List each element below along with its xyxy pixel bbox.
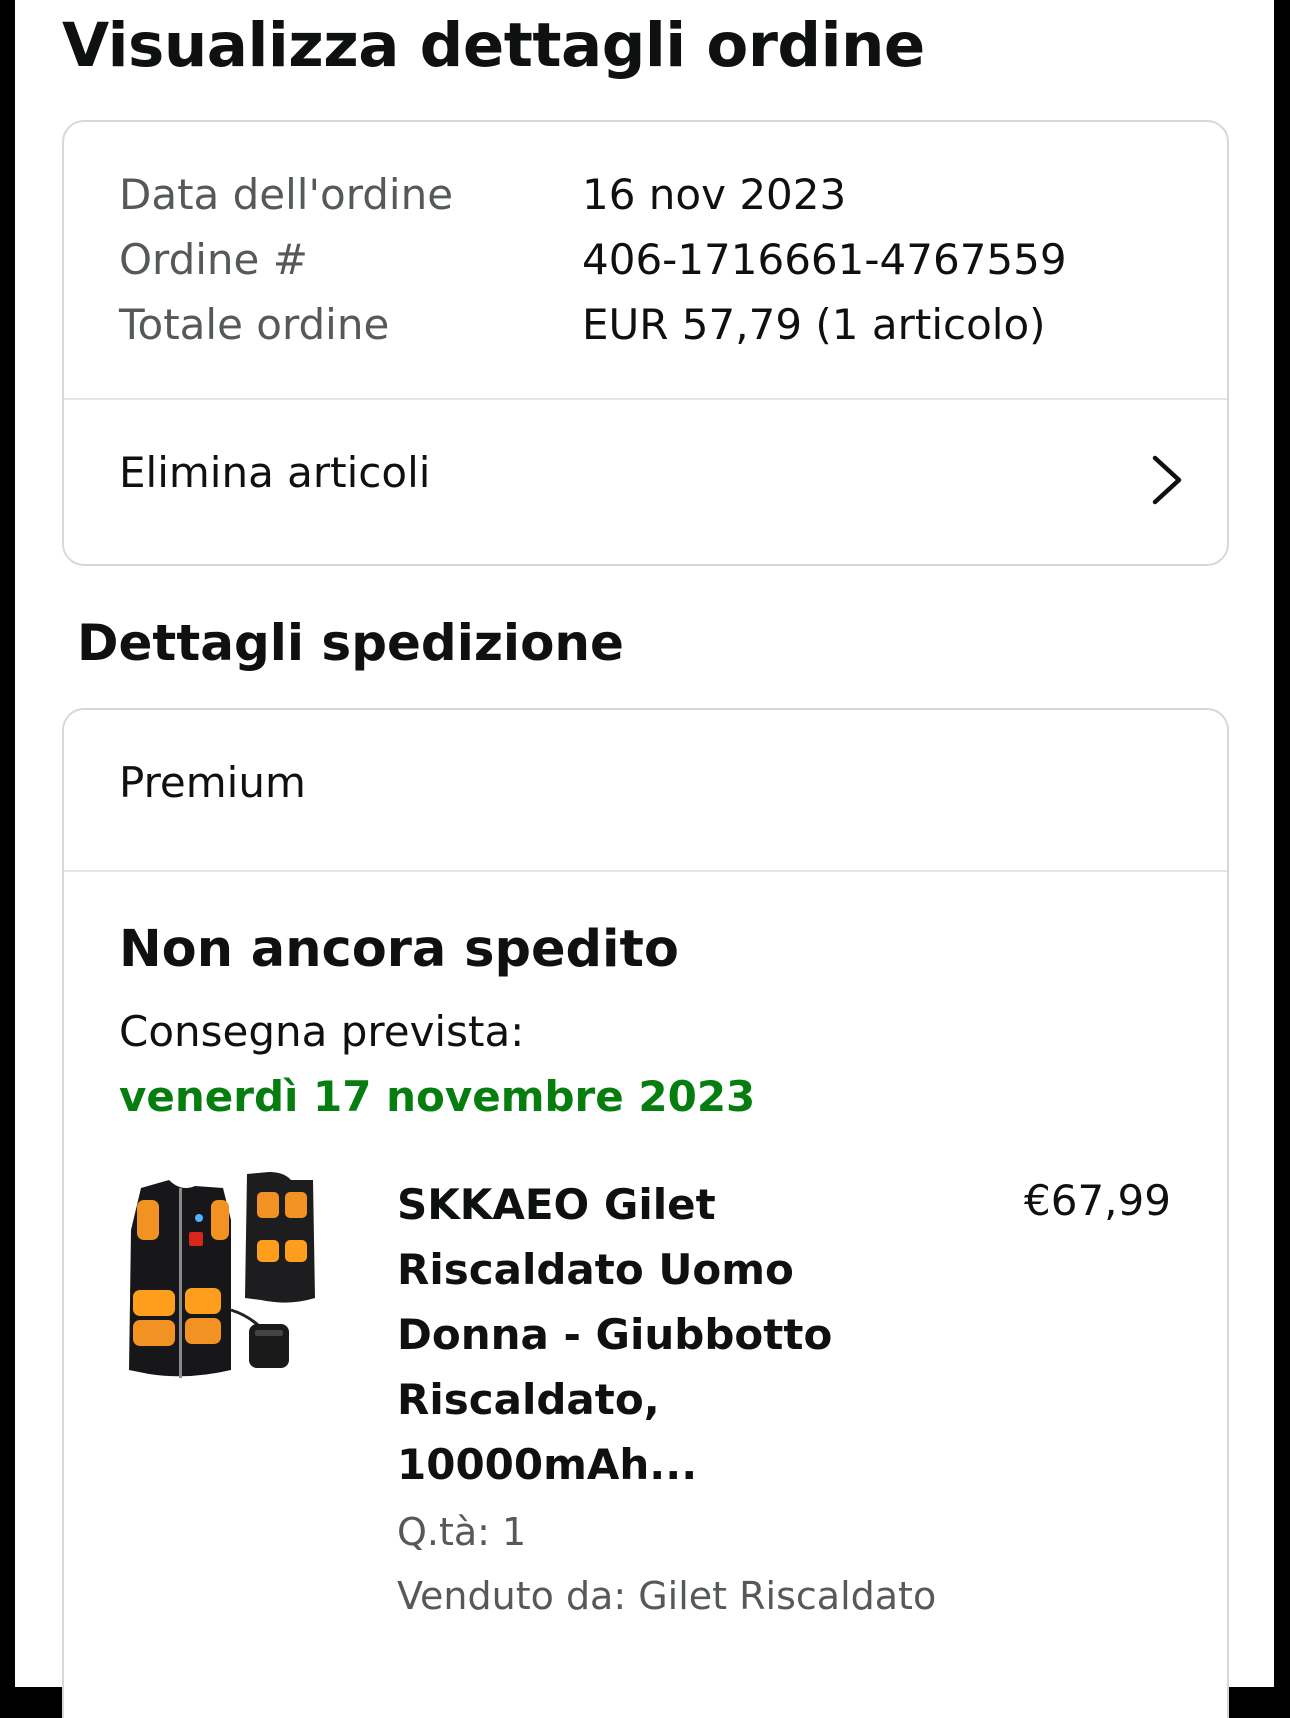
delivery-estimate-date: venerdì 17 novembre 2023 — [119, 1072, 756, 1121]
divider — [64, 870, 1227, 872]
order-date-value: 16 nov 2023 — [582, 170, 847, 219]
shipment-card: Premium Non ancora spedito Consegna prev… — [62, 708, 1229, 1718]
order-number-label: Ordine # — [119, 235, 308, 284]
order-number-value: 406-1716661-4767559 — [582, 235, 1067, 284]
page-title: Visualizza dettagli ordine — [62, 10, 925, 81]
order-number-row: Ordine # 406-1716661-4767559 — [119, 235, 1169, 300]
chevron-right-icon — [1152, 455, 1182, 505]
product-seller: Venduto da: Gilet Riscaldato — [397, 1574, 937, 1618]
order-summary-card: Data dell'ordine 16 nov 2023 Ordine # 40… — [62, 120, 1229, 566]
order-date-row: Data dell'ordine 16 nov 2023 — [119, 170, 1169, 235]
order-total-row: Totale ordine EUR 57,79 (1 articolo) — [119, 300, 1169, 365]
order-summary-rows: Data dell'ordine 16 nov 2023 Ordine # 40… — [119, 170, 1169, 365]
delete-items-row[interactable]: Elimina articoli — [64, 400, 1227, 564]
shipping-method: Premium — [119, 758, 306, 807]
delivery-estimate-label: Consegna prevista: — [119, 1007, 525, 1056]
product-price: €67,99 — [1024, 1176, 1171, 1225]
order-details-page: Visualizza dettagli ordine Data dell'ord… — [15, 0, 1274, 1718]
heated-vest-product-image[interactable] — [119, 1170, 329, 1385]
order-date-label: Data dell'ordine — [119, 170, 454, 219]
product-quantity: Q.tà: 1 — [397, 1510, 527, 1554]
order-total-value: EUR 57,79 (1 articolo) — [582, 300, 1046, 349]
product-title-link[interactable]: SKKAEO Gilet Riscaldato Uomo Donna - Giu… — [397, 1172, 857, 1497]
delete-items-label: Elimina articoli — [119, 448, 431, 497]
order-total-label: Totale ordine — [119, 300, 390, 349]
shipping-section-title: Dettagli spedizione — [77, 614, 624, 672]
shipment-status: Non ancora spedito — [119, 920, 679, 979]
